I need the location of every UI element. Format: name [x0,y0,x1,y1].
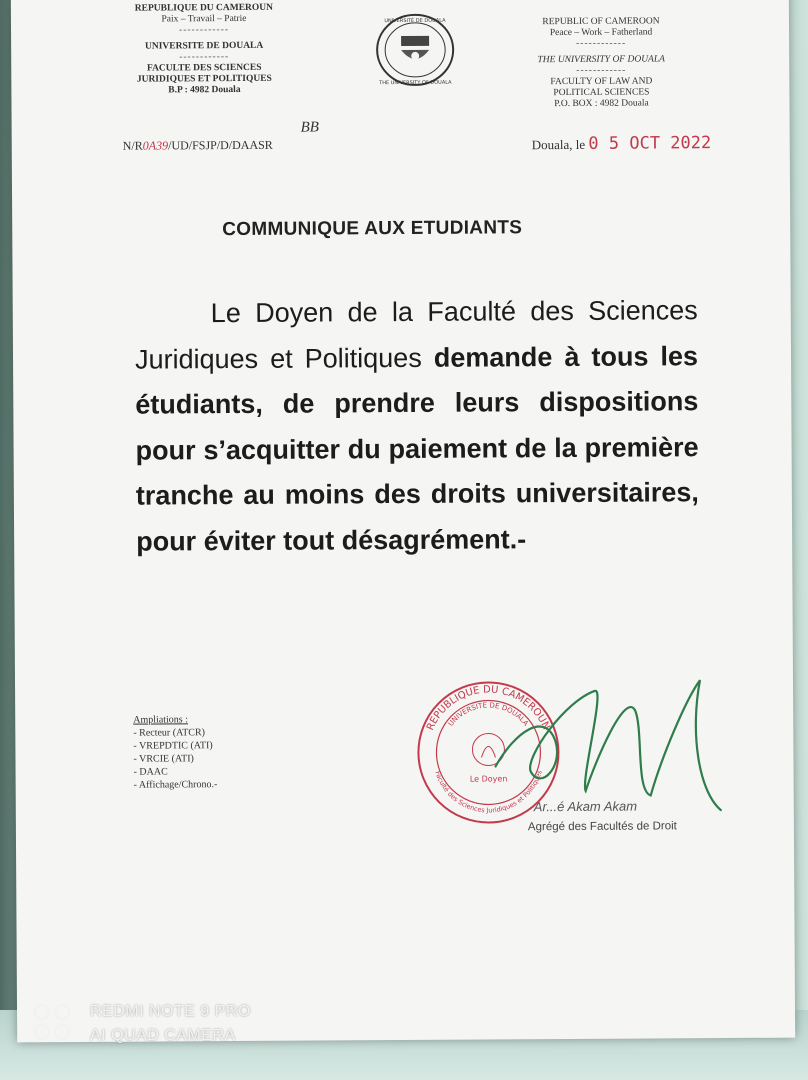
date-place: Douala, le [531,136,586,153]
header-right-motto: Peace – Work – Fatherland [549,27,653,39]
header-left-separator: ------------ [179,25,230,36]
date-line: Douala, le 0 5 OCT 2022 [532,133,712,154]
header-right-university: THE UNIVERSITY OF DOUALA [537,54,665,66]
ampliation-item: - Recteur (ATCR) [133,727,206,739]
reference-number: N/R0A39/UD/FSJP/D/DAASR BB [122,120,319,154]
watermark-line-2: AI QUAD CAMERA [90,1027,236,1044]
header-right-country: REPUBLIC OF CAMEROON [542,16,660,28]
reference-prefix: N/R [122,138,143,153]
watermark-line-1: REDMI NOTE 9 PRO [90,1003,251,1020]
university-emblem-icon: UNIVERSITÉ DE DOUALA THE UNIVERSITY OF D… [376,13,455,86]
header-right-faculty-1: FACULTY OF LAW AND [550,76,653,88]
reference-suffix: /UD/FSJP/D/DAASR [168,137,273,153]
signatory-name: Ar...é Akam Akam [533,798,638,815]
reference-handwritten-number: 0A39 [142,138,169,153]
signatory-role: Agrégé des Facultés de Droit [527,820,677,834]
header-right-box: P.O. BOX : 4982 Douala [554,98,649,110]
ampliation-item: - DAAC [133,766,168,778]
ampliation-item: - Affichage/Chrono.- [133,779,218,791]
svg-text:UNIVERSITÉ DE DOUALA: UNIVERSITÉ DE DOUALA [384,16,446,24]
header-right-separator: ------------ [576,38,627,49]
camera-lens-icon [33,1003,71,1041]
page-title: COMMUNIQUE AUX ETUDIANTS [222,217,523,241]
header-right-separator-2: ------------ [576,65,627,76]
ampliations-list: Ampliations : - Recteur (ATCR) - VREPDTI… [133,713,217,792]
ampliation-item: - VREPDTIC (ATI) [133,740,213,752]
ampliation-item: - VRCIE (ATI) [133,753,194,765]
header-right-faculty-2: POLITICAL SCIENCES [553,87,650,99]
ampliations-title: Ampliations : [133,714,189,726]
header-left-box: B.P : 4982 Douala [168,84,241,96]
header-right: REPUBLIC OF CAMEROON Peace – Work – Fath… [526,16,677,110]
communique-body: Le Doyen de la Faculté des Sciences Juri… [135,288,700,564]
header-left-country: REPUBLIQUE DU CAMEROUN [134,2,274,14]
header-left: REPUBLIQUE DU CAMEROUN Paix – Travail – … [119,3,290,97]
reference-initials: BB [300,119,320,136]
date-stamp: 0 5 OCT 2022 [588,133,712,154]
document-page: REPUBLIQUE DU CAMEROUN Paix – Travail – … [10,0,796,1043]
header-left-faculty-2: JURIDIQUES ET POLITIQUES [136,73,272,85]
svg-text:THE UNIVERSITY OF DOUALA: THE UNIVERSITY OF DOUALA [378,80,452,86]
